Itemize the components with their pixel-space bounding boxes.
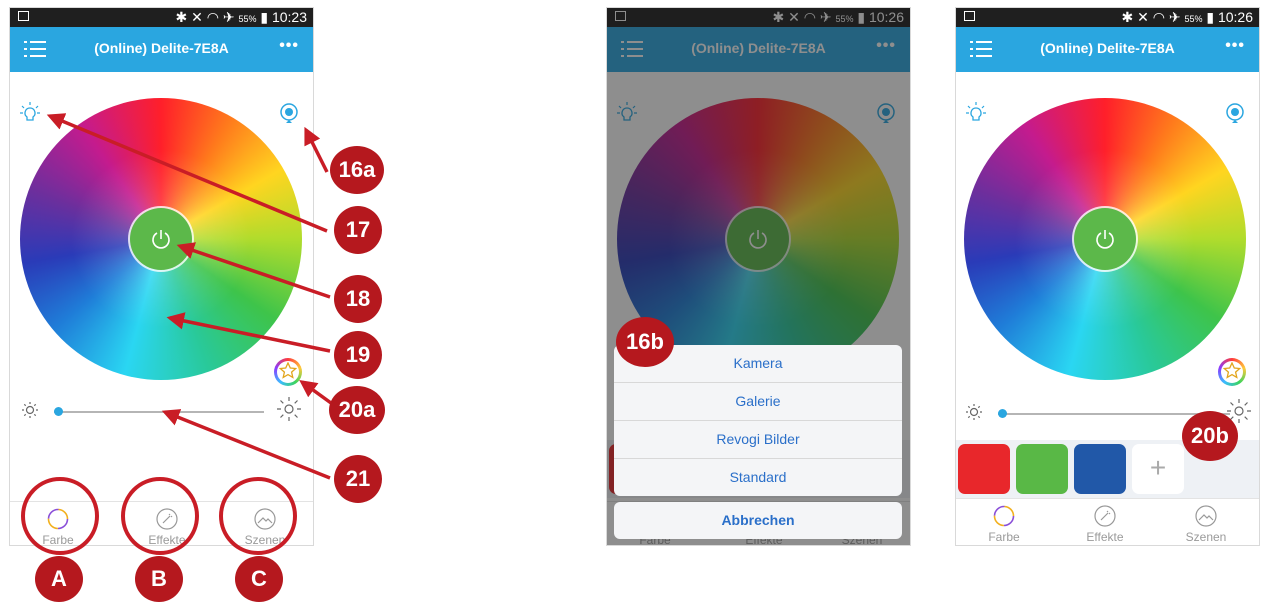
callout-c: C [235, 556, 283, 602]
callout-a: A [35, 556, 83, 602]
callout-20b: 20b [1182, 411, 1238, 461]
callout-18: 18 [334, 275, 382, 323]
callout-16a: 16a [330, 146, 384, 194]
callout-17: 17 [334, 206, 382, 254]
callout-21: 21 [334, 455, 382, 503]
arrow-18 [176, 242, 331, 299]
highlight-ring-effekte [121, 477, 199, 555]
arrow-16a [304, 126, 329, 173]
arrow-20a [299, 379, 333, 405]
highlight-ring-farbe [21, 477, 99, 555]
arrow-17 [46, 113, 328, 233]
callout-16b: 16b [616, 317, 674, 367]
star-icon [1223, 362, 1241, 379]
callout-b: B [135, 556, 183, 602]
star-icon [279, 362, 297, 379]
callout-19: 19 [334, 331, 382, 379]
arrow-19 [166, 312, 331, 353]
callout-20a: 20a [329, 386, 385, 434]
arrow-21 [161, 409, 331, 480]
highlight-ring-szenen [219, 477, 297, 555]
